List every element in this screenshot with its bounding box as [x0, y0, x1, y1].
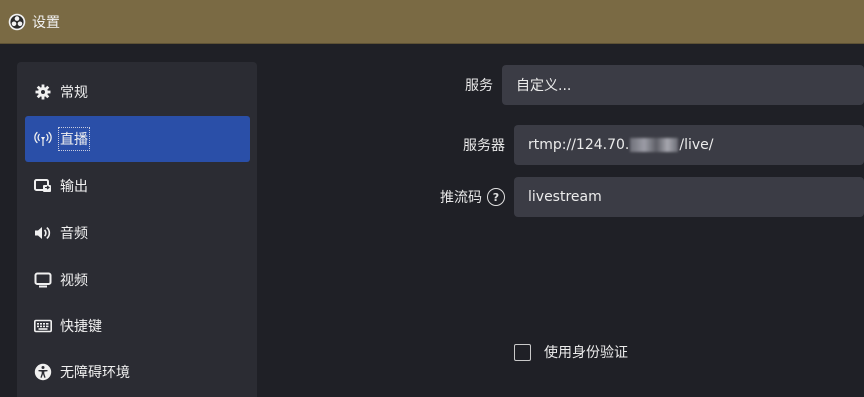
- sidebar-item-general[interactable]: 常规: [25, 70, 250, 114]
- stream-key-label: 推流码: [440, 190, 482, 206]
- sidebar-item-accessibility[interactable]: 无障碍环境: [25, 350, 250, 394]
- sidebar-item-label: 音频: [60, 226, 88, 242]
- settings-sidebar: 常规 直播 输出 音频 视频 快捷键 无障碍环境: [17, 62, 257, 397]
- help-icon[interactable]: ?: [487, 188, 505, 206]
- use-auth-checkbox-row[interactable]: 使用身份验证: [514, 342, 628, 362]
- sidebar-item-stream[interactable]: 直播: [25, 116, 250, 162]
- gear-icon: [34, 83, 52, 101]
- use-auth-checkbox[interactable]: [514, 343, 531, 361]
- server-url-prefix: rtmp://124.70.: [528, 137, 630, 153]
- accessibility-icon: [34, 363, 52, 381]
- service-select[interactable]: 自定义...: [502, 65, 864, 105]
- sidebar-item-label: 视频: [60, 273, 88, 289]
- sidebar-item-hotkeys[interactable]: 快捷键: [25, 304, 250, 348]
- settings-body: 常规 直播 输出 音频 视频 快捷键 无障碍环境 服务 自定义... 服务器 r…: [0, 44, 864, 397]
- redacted-ip-blur: [630, 138, 679, 152]
- title-bar: 设置: [0, 0, 864, 44]
- sidebar-item-audio[interactable]: 音频: [25, 211, 250, 255]
- server-label: 服务器: [463, 138, 505, 154]
- window-title: 设置: [32, 14, 60, 31]
- sidebar-item-label: 直播: [58, 127, 90, 151]
- use-auth-label: 使用身份验证: [544, 345, 628, 361]
- monitor-icon: [34, 271, 52, 289]
- output-icon: [34, 177, 52, 195]
- sidebar-item-label: 输出: [60, 179, 88, 195]
- antenna-icon: [34, 130, 52, 148]
- sidebar-item-video[interactable]: 视频: [25, 258, 250, 302]
- stream-key-label-group: 推流码 ?: [440, 187, 505, 207]
- sidebar-item-label: 无障碍环境: [60, 365, 130, 381]
- sidebar-item-label: 常规: [60, 85, 88, 101]
- sidebar-item-label: 快捷键: [60, 319, 102, 335]
- sidebar-item-output[interactable]: 输出: [25, 164, 250, 208]
- keyboard-icon: [34, 317, 52, 335]
- service-label: 服务: [465, 78, 493, 94]
- obs-logo-icon: [7, 12, 27, 32]
- server-input[interactable]: rtmp://124.70. /live/: [514, 125, 864, 165]
- speaker-icon: [34, 224, 52, 242]
- server-url-suffix: /live/: [679, 137, 714, 153]
- stream-key-input[interactable]: livestream: [514, 177, 864, 217]
